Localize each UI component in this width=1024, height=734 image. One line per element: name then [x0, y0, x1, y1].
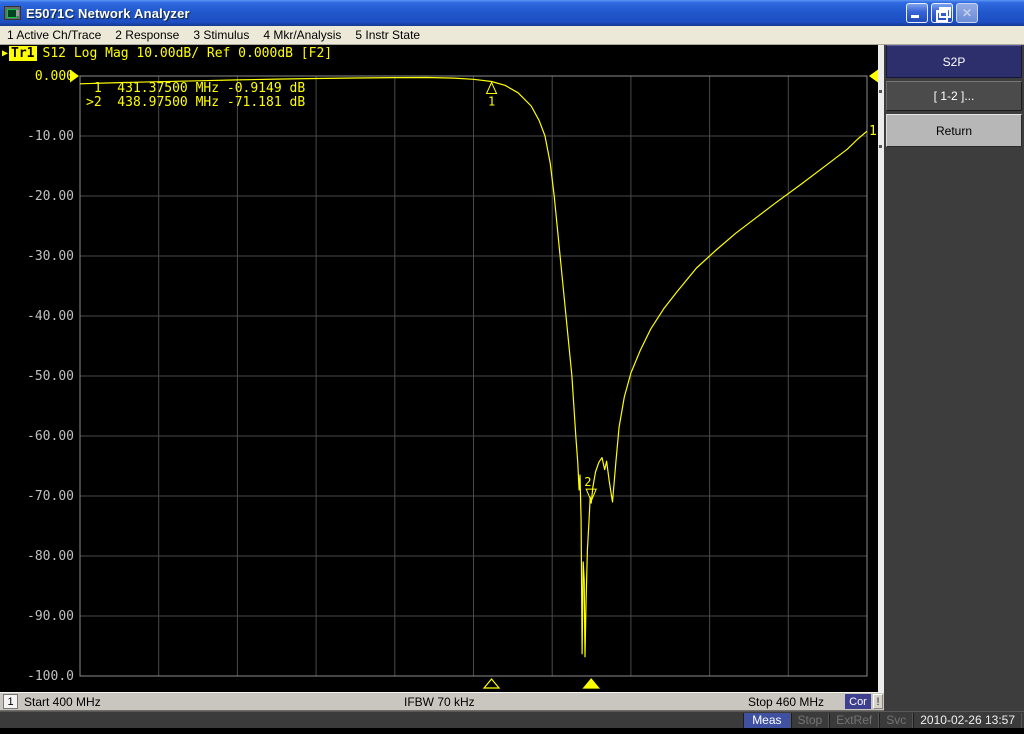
softkey-menu: S2P [ 1-2 ]... Return	[884, 45, 1024, 711]
title-bar: E5071C Network Analyzer	[0, 0, 1024, 26]
svc-status: Svc	[879, 712, 914, 728]
window-title: E5071C Network Analyzer	[26, 5, 190, 21]
correction-status-badge: Cor	[845, 694, 871, 709]
softkey-return[interactable]: Return	[886, 114, 1022, 147]
ref-level-pointer-left-icon	[70, 69, 79, 83]
close-button	[956, 3, 978, 23]
ifbw-label: IFBW 70 kHz	[404, 694, 475, 709]
menu-instr-state[interactable]: 5 Instr State	[348, 27, 427, 43]
softkey-menu-title: S2P	[886, 45, 1022, 78]
y-axis-tick-label: -90.00	[27, 609, 74, 624]
menu-bar: 1 Active Ch/Trace 2 Response 3 Stimulus …	[0, 26, 1024, 45]
stop-frequency-label: Stop 460 MHz	[748, 694, 825, 709]
y-axis-tick-label: -60.00	[27, 429, 74, 444]
menu-active-ch-trace[interactable]: 1 Active Ch/Trace	[0, 27, 108, 43]
instrument-screen: 0.000 -10.00 -20.00 -30.00 -40.00 -50.00 -60.0…	[0, 45, 884, 692]
y-axis-tick-label: -70.00	[27, 489, 74, 504]
svg-text:2: 2	[584, 475, 591, 489]
menu-response[interactable]: 2 Response	[108, 27, 186, 43]
svg-text:1: 1	[488, 94, 495, 108]
softkey-1-2[interactable]: [ 1-2 ]...	[886, 81, 1022, 111]
y-axis-tick-label: -30.00	[27, 249, 74, 264]
plot-area: 0.000 -10.00 -20.00 -30.00 -40.00 -50.00 -60.0…	[27, 69, 878, 689]
y-axis-tick-label: -40.00	[27, 309, 74, 324]
trace-name-badge[interactable]: Tr1	[9, 46, 37, 61]
stimulus-status-bar: 1 Start 400 MHz IFBW 70 kHz Stop 460 MHz…	[0, 692, 884, 711]
minimize-button[interactable]	[906, 3, 928, 23]
restore-button[interactable]	[931, 3, 953, 23]
grid	[79, 75, 868, 677]
stop-status: Stop	[790, 712, 830, 728]
window-controls	[906, 3, 978, 23]
y-axis-tick-label: 0.000	[35, 69, 74, 84]
y-axis-tick-label: -80.00	[27, 549, 74, 564]
trace-format-text: S12 Log Mag 10.00dB/ Ref 0.000dB [F2]	[42, 46, 333, 61]
app-icon	[4, 6, 21, 20]
app-window: E5071C Network Analyzer 1 Active Ch/Trac…	[0, 0, 1024, 734]
menu-stimulus[interactable]: 3 Stimulus	[186, 27, 256, 43]
marker-1-stimulus-icon	[482, 678, 501, 689]
y-axis-tick-label: -20.00	[27, 189, 74, 204]
channel-number-badge: 1	[3, 694, 18, 709]
marker-readout: 1 431.37500 MHz -0.9149 dB >2 438.97500 …	[86, 81, 306, 110]
start-frequency-label: Start 400 MHz	[24, 694, 101, 709]
datetime-display: 2010-02-26 13:57	[913, 712, 1022, 728]
extref-status: ExtRef	[829, 712, 880, 728]
strip-tick	[879, 145, 882, 148]
marker-1-icon[interactable]: 1	[485, 81, 498, 108]
trace-number-label: 1	[869, 124, 877, 139]
y-axis-tick-label: -100.0	[27, 669, 74, 684]
active-trace-arrow-icon: ▶	[2, 48, 9, 59]
menu-mkr-analysis[interactable]: 4 Mkr/Analysis	[256, 27, 348, 43]
y-axis-tick-label: -50.00	[27, 369, 74, 384]
strip-tick	[879, 90, 882, 93]
instrument-status-bar: Meas Stop ExtRef Svc 2010-02-26 13:57	[0, 711, 1024, 728]
trace-status-bar: ▶ Tr1 S12 Log Mag 10.00dB/ Ref 0.000dB […	[2, 45, 332, 62]
alert-indicator: !	[873, 694, 883, 709]
ref-level-pointer-right-icon	[869, 69, 878, 83]
y-axis-tick-label: -10.00	[27, 129, 74, 144]
meas-status: Meas	[743, 712, 791, 728]
marker-2-stimulus-icon	[582, 678, 601, 689]
screen-bottom-edge	[0, 728, 1024, 734]
